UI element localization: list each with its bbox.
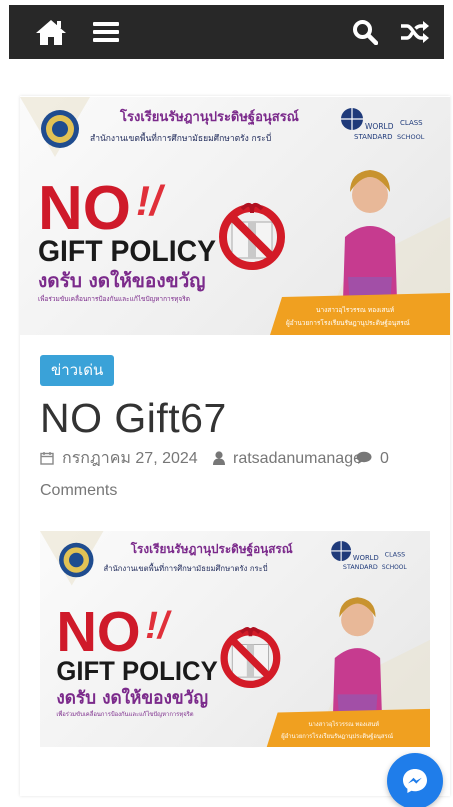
post-comments[interactable]: 0 bbox=[356, 446, 389, 472]
svg-text:GIFT POLICY: GIFT POLICY bbox=[56, 655, 217, 686]
banner-no: NO bbox=[38, 174, 131, 243]
comments-count: 0 bbox=[380, 450, 389, 467]
svg-text:ผู้อำนวยการโรงเรียนรัษฎานุประด: ผู้อำนวยการโรงเรียนรัษฎานุประดิษฐ์อนุสรณ… bbox=[286, 319, 410, 327]
svg-text:NO: NO bbox=[56, 600, 140, 663]
menu-icon[interactable] bbox=[91, 5, 121, 59]
svg-text:เพื่อร่วมขับเคลื่อนการป้องกันแ: เพื่อร่วมขับเคลื่อนการป้องกันและแก้ไขปัญ… bbox=[38, 294, 190, 303]
post-date-text: กรกฎาคม 27, 2024 bbox=[62, 450, 198, 467]
shuffle-icon[interactable] bbox=[398, 5, 432, 59]
svg-text:โรงเรียนรัษฎานุประดิษฐ์อนุสรณ์: โรงเรียนรัษฎานุประดิษฐ์อนุสรณ์ bbox=[130, 541, 293, 557]
banner-school-name: โรงเรียนรัษฎานุประดิษฐ์อนุสรณ์ bbox=[119, 108, 299, 126]
top-nav-bar bbox=[9, 5, 444, 59]
svg-text:นางสาวอุไรวรรณ ทองเสนห์: นางสาวอุไรวรรณ ทองเสนห์ bbox=[316, 306, 394, 314]
svg-text:!/: !/ bbox=[145, 605, 172, 647]
svg-text:CLASS: CLASS bbox=[385, 551, 406, 558]
messenger-icon bbox=[403, 769, 427, 793]
featured-image[interactable]: โรงเรียนรัษฎานุประดิษฐ์อนุสรณ์ สำนักงานเ… bbox=[20, 97, 450, 335]
banner-slogan: งดรับ งดให้ของขวัญ bbox=[38, 269, 205, 292]
svg-text:CLASS: CLASS bbox=[400, 119, 423, 127]
banner-policy: GIFT POLICY bbox=[38, 235, 216, 268]
category-badge[interactable]: ข่าวเด่น bbox=[40, 355, 115, 386]
svg-text:STANDARD: STANDARD bbox=[343, 564, 378, 571]
svg-text:งดรับ งดให้ของขวัญ: งดรับ งดให้ของขวัญ bbox=[56, 687, 208, 708]
post-author[interactable]: ratsadanumanage bbox=[213, 446, 362, 472]
school-logo bbox=[41, 110, 79, 148]
svg-text:!/: !/ bbox=[136, 177, 166, 224]
user-icon bbox=[213, 451, 225, 465]
content-image[interactable]: โรงเรียนรัษฎานุประดิษฐ์อนุสรณ์ สำนักงานเ… bbox=[40, 531, 430, 747]
svg-text:ผู้อำนวยการโรงเรียนรัษฎานุประด: ผู้อำนวยการโรงเรียนรัษฎานุประดิษฐ์อนุสรณ… bbox=[281, 732, 393, 740]
comments-label[interactable]: Comments bbox=[40, 478, 117, 504]
post-date[interactable]: กรกฎาคม 27, 2024 bbox=[40, 446, 198, 472]
svg-text:SCHOOL: SCHOOL bbox=[397, 133, 425, 141]
svg-text:WORLD: WORLD bbox=[353, 554, 379, 562]
post-title[interactable]: NO Gift67 bbox=[40, 395, 227, 442]
svg-text:WORLD: WORLD bbox=[365, 122, 394, 131]
svg-text:สำนักงานเขตพื้นที่การศึกษามัธย: สำนักงานเขตพื้นที่การศึกษามัธยมศึกษาตรัง… bbox=[103, 562, 267, 573]
home-icon[interactable] bbox=[34, 5, 68, 59]
svg-text:นางสาวอุไรวรรณ ทองเสนห์: นางสาวอุไรวรรณ ทองเสนห์ bbox=[308, 720, 379, 728]
no-gift-sign bbox=[219, 202, 285, 270]
messenger-button[interactable] bbox=[387, 753, 443, 807]
banner-office: สำนักงานเขตพื้นที่การศึกษามัธยมศึกษาตรัง… bbox=[90, 132, 271, 144]
search-icon[interactable] bbox=[350, 5, 380, 59]
world-class-logo: WORLD CLASS STANDARD SCHOOL bbox=[341, 108, 425, 141]
svg-text:STANDARD: STANDARD bbox=[354, 133, 393, 141]
calendar-icon bbox=[40, 452, 54, 465]
comment-icon bbox=[356, 451, 372, 464]
svg-text:SCHOOL: SCHOOL bbox=[382, 565, 407, 571]
svg-text:เพื่อร่วมขับเคลื่อนการป้องกันแ: เพื่อร่วมขับเคลื่อนการป้องกันและแก้ไขปัญ… bbox=[56, 710, 193, 718]
post-author-text: ratsadanumanage bbox=[233, 450, 362, 467]
